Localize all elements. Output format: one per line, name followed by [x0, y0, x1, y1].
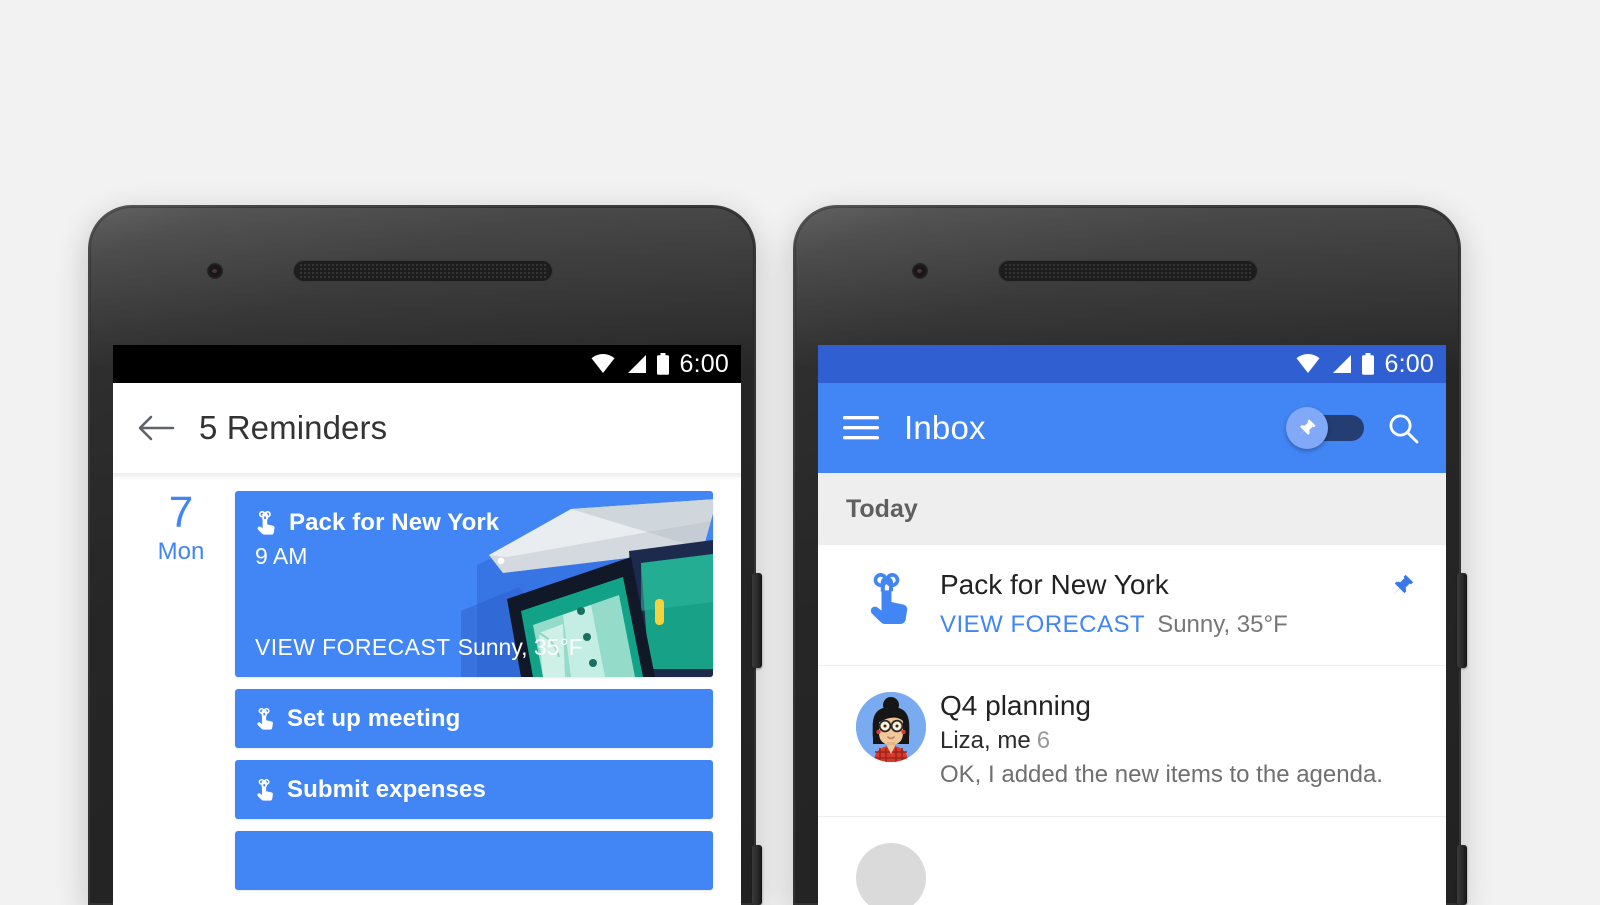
reminder-card-title-row: Submit expenses [235, 776, 506, 804]
left-status-time: 6:00 [679, 349, 729, 378]
earpiece-speaker [293, 260, 553, 282]
inbox-row-pack-for-new-york[interactable]: Pack for New York VIEW FORECAST Sunny, 35… [818, 545, 1446, 666]
day-weekday: Mon [157, 538, 205, 565]
menu-button[interactable] [818, 414, 904, 442]
earpiece-speaker [998, 260, 1258, 282]
reminder-card-submit-expenses[interactable]: Submit expenses [235, 760, 713, 819]
reminder-card-partial[interactable] [235, 831, 713, 890]
weather-detail: Sunny, 35°F [1157, 611, 1288, 638]
inbox-row-q4-planning[interactable]: Q4 planning Liza, me 6 OK, I added the ne… [818, 666, 1446, 817]
reminder-card-title: Set up meeting [287, 704, 461, 732]
section-header-label: Today [846, 494, 918, 523]
row-participants: Liza, me 6 [940, 724, 1422, 758]
right-phone-screen: 6:00 Inbox Today Pack for New York VIEW … [818, 345, 1446, 905]
row-body [940, 839, 1422, 905]
pin-toggle[interactable] [1286, 407, 1364, 449]
page-title: 5 Reminders [199, 409, 388, 446]
reminder-hand-string-icon [257, 510, 275, 535]
right-status-bar: 6:00 [818, 345, 1446, 383]
search-button[interactable] [1386, 411, 1420, 445]
power-button[interactable] [1457, 573, 1467, 668]
row-title: Pack for New York [940, 569, 1169, 600]
row-subtitle: VIEW FORECAST Sunny, 35°F [940, 609, 1422, 641]
front-camera-icon [911, 262, 929, 280]
front-camera-icon [206, 262, 224, 280]
reminder-hand-string-icon [257, 778, 273, 801]
participants-names: Liza, me [940, 727, 1031, 754]
arrow-back-icon [138, 415, 175, 441]
view-forecast-action[interactable]: VIEW FORECAST [255, 634, 451, 660]
day-column: 7 Mon [133, 491, 229, 567]
signal-icon [627, 355, 646, 373]
inbox-row-partial[interactable] [818, 817, 1446, 905]
row-leading-avatar [842, 839, 940, 905]
inbox-list: Today Pack for New York VIEW FORECAST Su… [818, 473, 1446, 905]
battery-icon [1361, 353, 1374, 375]
wifi-icon [1296, 354, 1320, 373]
weather-detail: Sunny, 35°F [457, 634, 583, 660]
row-leading-icon [842, 567, 940, 641]
app-title: Inbox [904, 409, 986, 446]
left-status-icons [590, 353, 670, 375]
hamburger-menu-icon [843, 416, 879, 440]
row-leading-avatar [842, 688, 940, 792]
app-bar-actions [1286, 407, 1446, 449]
avatar-liza-illustration [856, 692, 926, 762]
search-icon [1389, 414, 1419, 444]
section-header-today: Today [818, 473, 1446, 545]
pin-icon [1299, 419, 1316, 436]
reminder-card-set-up-meeting[interactable]: Set up meeting [235, 689, 713, 748]
reminder-card-title-row: Set up meeting [235, 705, 480, 733]
right-status-time: 6:00 [1384, 349, 1434, 378]
reminder-card-pack-for-new-york[interactable]: Pack for New York 9 AM VIEW FORECAST Sunn… [235, 491, 713, 677]
pin-toggle-thumb [1286, 407, 1328, 449]
row-body: Pack for New York VIEW FORECAST Sunny, 35… [940, 567, 1422, 641]
message-count: 6 [1036, 727, 1051, 754]
reminder-card-title: Submit expenses [287, 775, 486, 803]
reminder-card-title: Pack for New York [289, 509, 500, 536]
reminder-card-title-row: Pack for New York [255, 509, 693, 537]
row-title: Q4 planning [940, 690, 1092, 721]
wifi-icon [591, 354, 615, 373]
power-button[interactable] [752, 573, 762, 668]
view-forecast-action[interactable]: VIEW FORECAST [940, 611, 1145, 638]
list-top-shadow [113, 473, 741, 481]
reminder-card-time: 9 AM [255, 543, 308, 569]
battery-icon [656, 353, 669, 375]
avatar [856, 692, 926, 762]
right-phone: 6:00 Inbox Today Pack for New York VIEW … [793, 205, 1467, 905]
pin-icon [1394, 574, 1414, 594]
reminder-card-footer: VIEW FORECAST Sunny, 35°F [255, 634, 583, 661]
reminder-card-content: Pack for New York 9 AM [235, 491, 713, 588]
day-number: 7 [168, 488, 194, 537]
volume-button[interactable] [752, 845, 762, 905]
screenshot-stage: 6:00 5 Reminders 7 Mon Pack for New York… [0, 0, 1600, 905]
row-body: Q4 planning Liza, me 6 OK, I added the ne… [940, 688, 1422, 792]
right-status-icons [1295, 353, 1375, 375]
reminder-cards: Pack for New York 9 AM VIEW FORECAST Sunn… [235, 491, 713, 905]
left-status-bar: 6:00 [113, 345, 741, 383]
left-app-bar: 5 Reminders [113, 383, 741, 473]
row-snippet: OK, I added the new items to the agenda. [940, 761, 1383, 788]
reminder-hand-string-icon [870, 573, 908, 624]
left-phone-screen: 6:00 5 Reminders 7 Mon Pack for New York… [113, 345, 741, 905]
pin-button[interactable] [1390, 571, 1416, 604]
right-app-bar: Inbox [818, 383, 1446, 473]
left-phone: 6:00 5 Reminders 7 Mon Pack for New York… [88, 205, 762, 905]
volume-button[interactable] [1457, 845, 1467, 905]
avatar [856, 843, 926, 905]
back-button[interactable] [113, 413, 199, 443]
signal-icon [1332, 355, 1351, 373]
reminder-hand-string-icon [257, 707, 273, 730]
reminders-list: 7 Mon Pack for New York 9 AM VIEW FORECA… [113, 473, 741, 905]
